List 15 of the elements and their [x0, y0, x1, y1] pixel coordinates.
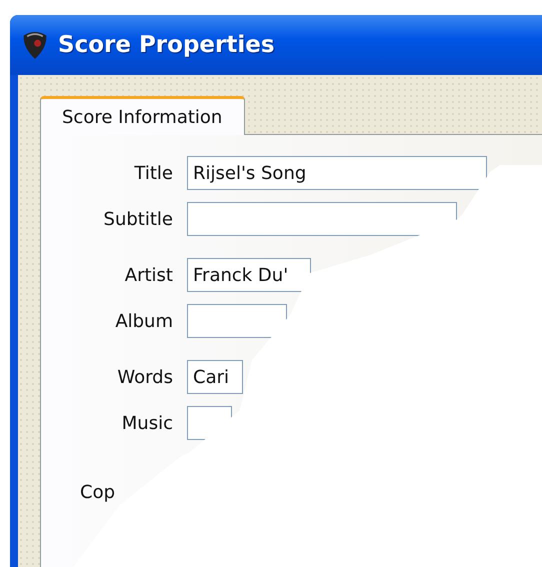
text-field[interactable]: [187, 304, 287, 338]
text-field[interactable]: Rijsel's Song: [187, 156, 487, 190]
field-label: Cop: [80, 482, 116, 502]
text-field[interactable]: Cari: [187, 360, 243, 394]
field-label: Words: [116, 366, 173, 388]
text-field[interactable]: Franck Du': [187, 258, 311, 292]
guitar-pick-icon: [22, 30, 48, 60]
text-field[interactable]: [187, 202, 457, 236]
field-label: Music: [120, 412, 173, 434]
tab[interactable]: Score Information: [40, 96, 246, 135]
field-label: Subtitle: [102, 208, 173, 230]
field-label: Album: [114, 310, 173, 332]
window-title: Score Properties: [58, 32, 275, 58]
field-label: Artist: [124, 264, 173, 286]
field-label: Title: [133, 162, 173, 184]
